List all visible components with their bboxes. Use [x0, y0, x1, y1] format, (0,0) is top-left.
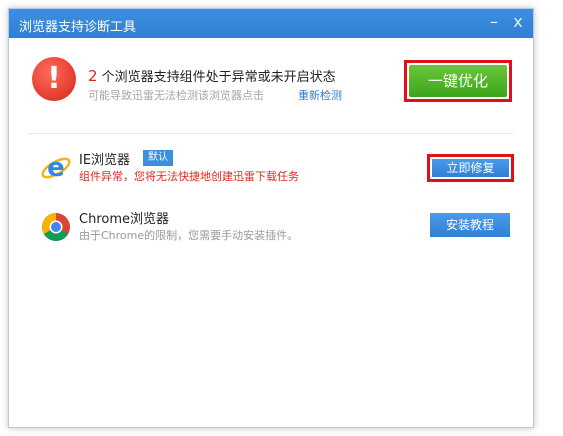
recheck-link[interactable]: 重新检测: [298, 87, 342, 103]
svg-text:e: e: [47, 153, 65, 183]
summary-subline: 可能导致迅雷无法检测该浏览器点击: [88, 89, 264, 102]
close-button[interactable]: x: [507, 13, 529, 33]
optimize-highlight: 一键优化: [404, 60, 512, 102]
diagnostic-window: 浏览器支持诊断工具 – x ! 2 个浏览器支持组件处于异常或未开启状态 可能导…: [8, 8, 534, 428]
repair-now-button[interactable]: 立即修复: [432, 159, 509, 177]
one-click-optimize-button[interactable]: 一键优化: [409, 65, 507, 97]
title-bar[interactable]: 浏览器支持诊断工具 – x: [9, 9, 533, 38]
window-title: 浏览器支持诊断工具: [19, 20, 137, 35]
default-badge: 默认: [143, 150, 173, 166]
summary-headline: 2 个浏览器支持组件处于异常或未开启状态: [88, 66, 336, 85]
install-tutorial-button[interactable]: 安装教程: [430, 213, 510, 237]
divider: [29, 133, 513, 134]
abnormal-count: 2: [88, 67, 98, 85]
chrome-browser-name: Chrome浏览器: [79, 212, 169, 227]
repair-highlight: 立即修复: [427, 154, 514, 182]
ie-browser-name: IE浏览器: [79, 153, 131, 168]
summary-headline-text: 个浏览器支持组件处于异常或未开启状态: [97, 70, 336, 85]
minimize-button[interactable]: –: [483, 13, 505, 33]
warning-exclamation-icon: !: [32, 57, 76, 101]
chrome-icon: [42, 213, 70, 241]
chrome-status-text: 由于Chrome的限制，您需要手动安装插件。: [79, 229, 299, 242]
ie-icon: e: [41, 153, 71, 183]
ie-error-text: 组件异常，您将无法快捷地创建迅雷下载任务: [79, 170, 299, 183]
